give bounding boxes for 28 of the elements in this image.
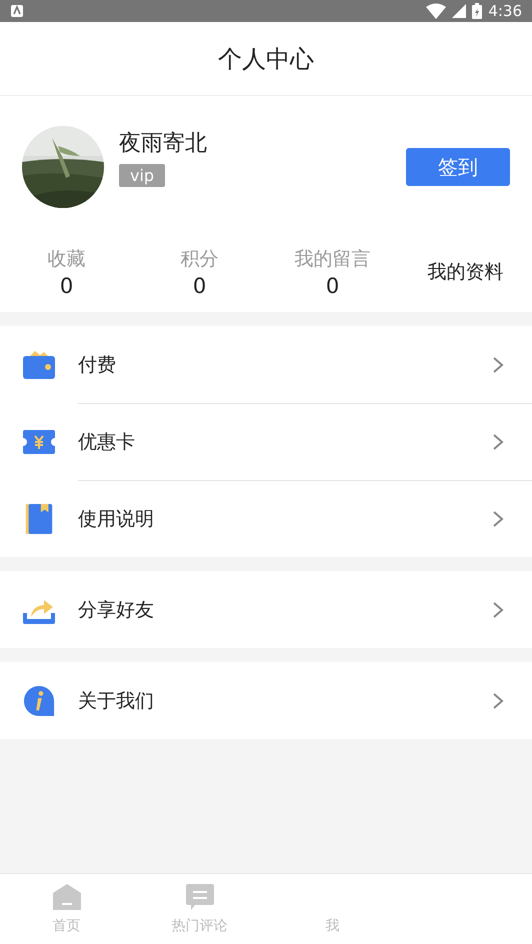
- wallet-icon: [22, 348, 56, 380]
- battery-icon: [472, 3, 482, 19]
- info-icon: [22, 684, 56, 716]
- page-title: 个人中心: [218, 44, 314, 74]
- menu-item[interactable]: 付费: [78, 352, 492, 378]
- stat-value: 0: [326, 274, 340, 298]
- chevron-right-icon: [492, 692, 504, 710]
- stat-value: 0: [192, 274, 206, 298]
- chevron-right-icon: [492, 510, 504, 528]
- status-time: 4:36: [488, 2, 522, 20]
- home-icon: [52, 883, 82, 911]
- user-name: 夜雨寄北: [119, 130, 207, 158]
- menu-item[interactable]: 使用说明: [78, 506, 492, 532]
- wifi-icon: [426, 3, 446, 19]
- my-profile-link[interactable]: 我的资料: [399, 259, 532, 285]
- stat-label[interactable]: 我的留言: [294, 246, 370, 272]
- stat-label[interactable]: 积分: [180, 246, 218, 272]
- chevron-right-icon: [492, 433, 504, 451]
- vip-badge: vip: [119, 164, 166, 186]
- stat-label[interactable]: 收藏: [48, 246, 86, 272]
- chevron-right-icon: [492, 356, 504, 374]
- signal-icon: [452, 4, 466, 18]
- stat-value: 0: [60, 274, 74, 298]
- notification-icon: [10, 4, 24, 18]
- chevron-right-icon: [492, 600, 504, 618]
- check-in-button[interactable]: 签到: [406, 148, 510, 186]
- comment-icon: [184, 883, 214, 911]
- menu-item[interactable]: 优惠卡: [78, 429, 492, 455]
